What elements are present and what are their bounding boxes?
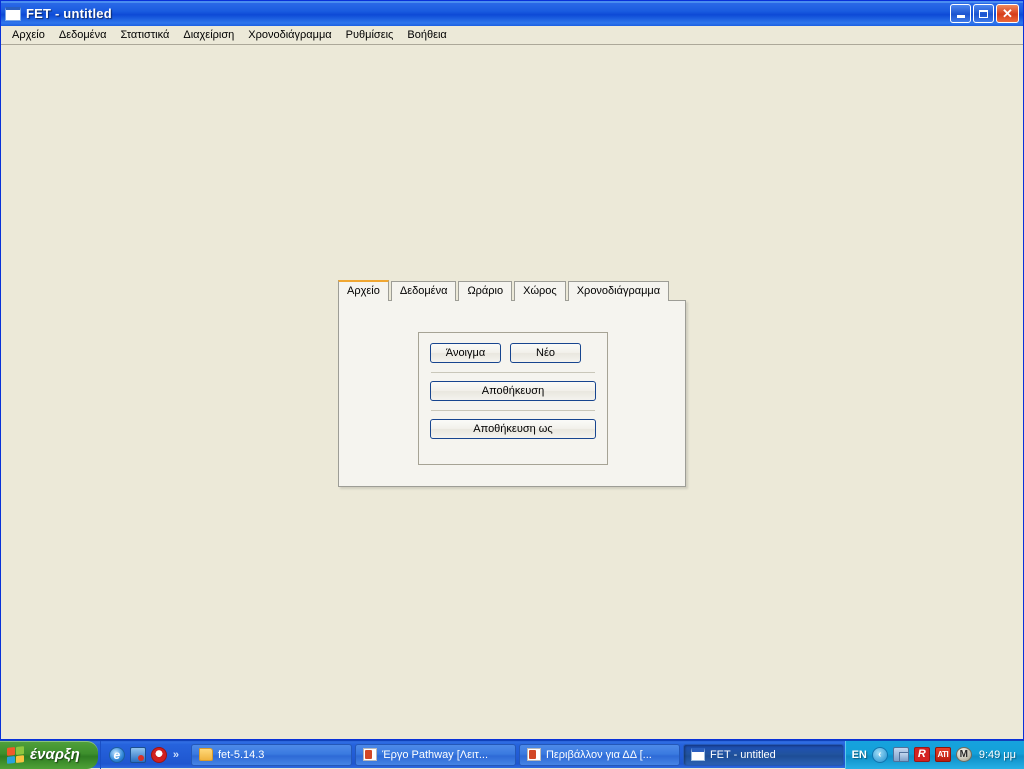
menu-item-diaxeirisi[interactable]: Διαχείριση <box>176 27 241 43</box>
client-area: Αρχείο Δεδομένα Ωράριο Χώρος Χρονοδιάγρα… <box>1 45 1023 739</box>
save-as-button[interactable]: Αποθήκευση ως <box>430 419 596 439</box>
clock[interactable]: 9:49 μμ <box>979 749 1016 761</box>
task-button-fet-untitled[interactable]: FET - untitled <box>683 744 844 766</box>
internet-explorer-icon[interactable] <box>109 747 125 763</box>
tab-xoros[interactable]: Χώρος <box>514 281 566 301</box>
tab-dedomena[interactable]: Δεδομένα <box>391 281 457 301</box>
system-tray: EN ‹ R ATI M 9:49 μμ <box>845 741 1024 769</box>
task-label: Περιβάλλον για ΔΔ [... <box>546 749 652 761</box>
main-tab-dialog: Αρχείο Δεδομένα Ωράριο Χώρος Χρονοδιάγρα… <box>338 280 686 487</box>
msn-icon[interactable]: M <box>956 747 972 762</box>
maximize-icon <box>979 10 988 18</box>
menu-item-statistika[interactable]: Στατιστικά <box>113 27 176 43</box>
tab-strip: Αρχείο Δεδομένα Ωράριο Χώρος Χρονοδιάγρα… <box>338 280 686 301</box>
tray-expand-icon[interactable]: ‹ <box>872 747 888 763</box>
frontpage-icon[interactable] <box>130 747 146 763</box>
application-window: FET - untitled ✕ Αρχείο Δεδομένα Στατιστ… <box>0 0 1024 740</box>
menu-item-voitheia[interactable]: Βοήθεια <box>400 27 453 43</box>
task-label: Έργο Pathway [Λειτ... <box>382 749 488 761</box>
powerpoint-icon <box>363 748 377 761</box>
quick-launch-overflow-icon[interactable]: » <box>173 749 179 761</box>
separator-2 <box>431 410 595 411</box>
title-bar: FET - untitled ✕ <box>1 1 1023 26</box>
menu-item-arxeio[interactable]: Αρχείο <box>5 27 52 43</box>
close-icon: ✕ <box>1002 7 1013 20</box>
ati-catalyst-icon[interactable]: ATI <box>935 747 951 762</box>
network-icon[interactable] <box>893 747 909 762</box>
window-controls: ✕ <box>950 4 1021 23</box>
task-label: fet-5.14.3 <box>218 749 264 761</box>
window-title: FET - untitled <box>26 6 112 21</box>
tab-xronodiagramma[interactable]: Χρονοδιάγραμμα <box>568 281 669 301</box>
maximize-button[interactable] <box>973 4 994 23</box>
new-button[interactable]: Νέο <box>510 343 581 363</box>
window-icon <box>5 7 21 21</box>
file-actions-group: Άνοιγμα Νέο Αποθήκευση Αποθήκευση ως <box>418 332 608 465</box>
taskbar: έναρξη » fet-5.14.3 Έργο Pathway [Λειτ..… <box>0 740 1024 768</box>
minimize-button[interactable] <box>950 4 971 23</box>
antivirus-icon[interactable] <box>151 747 167 763</box>
task-button-ergo-pathway[interactable]: Έργο Pathway [Λειτ... <box>355 744 516 766</box>
language-indicator[interactable]: EN <box>852 749 867 761</box>
start-button-label: έναρξη <box>30 746 80 763</box>
tab-panel-arxeio: Άνοιγμα Νέο Αποθήκευση Αποθήκευση ως <box>338 300 686 487</box>
folder-icon <box>199 748 213 761</box>
open-button[interactable]: Άνοιγμα <box>430 343 501 363</box>
minimize-icon <box>957 15 965 18</box>
menu-item-rythmiseis[interactable]: Ρυθμίσεις <box>339 27 401 43</box>
close-button[interactable]: ✕ <box>996 4 1019 23</box>
menu-item-dedomena[interactable]: Δεδομένα <box>52 27 114 43</box>
task-label: FET - untitled <box>710 749 776 761</box>
task-button-perivallon[interactable]: Περιβάλλον για ΔΔ [... <box>519 744 680 766</box>
menu-bar: Αρχείο Δεδομένα Στατιστικά Διαχείριση Χρ… <box>1 26 1023 45</box>
start-button[interactable]: έναρξη <box>0 741 98 769</box>
task-button-list: fet-5.14.3 Έργο Pathway [Λειτ... Περιβάλ… <box>185 744 845 766</box>
powerpoint-icon <box>527 748 541 761</box>
menu-item-xronodiagramma[interactable]: Χρονοδιάγραμμα <box>241 27 338 43</box>
tab-orario[interactable]: Ωράριο <box>458 281 512 301</box>
windows-logo-icon <box>7 746 24 764</box>
window-icon <box>691 748 705 761</box>
quick-launch-bar: » <box>100 741 185 769</box>
tab-arxeio[interactable]: Αρχείο <box>338 280 389 301</box>
open-new-row: Άνοιγμα Νέο <box>430 343 596 363</box>
avira-antivirus-icon[interactable]: R <box>914 747 930 762</box>
task-button-fet-folder[interactable]: fet-5.14.3 <box>191 744 352 766</box>
separator-1 <box>431 372 595 373</box>
save-button[interactable]: Αποθήκευση <box>430 381 596 401</box>
